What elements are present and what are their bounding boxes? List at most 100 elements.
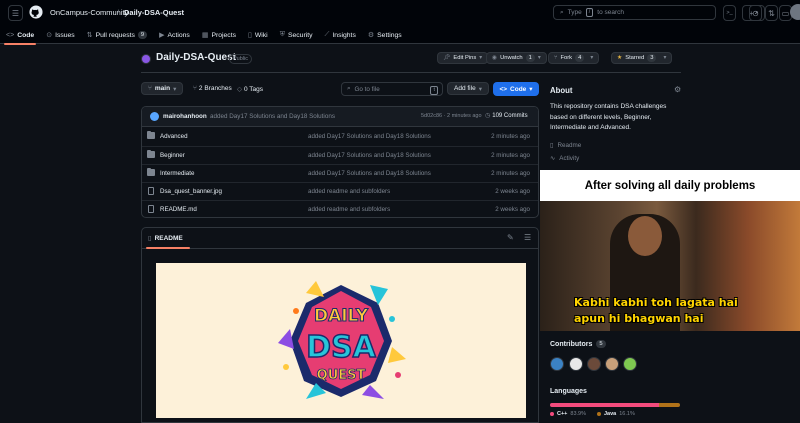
- readme-link[interactable]: ▯ Readme: [550, 142, 581, 149]
- language-item-cpp[interactable]: C++ 83.9%: [550, 411, 586, 417]
- tags-link[interactable]: ◇ 0 Tags: [237, 85, 263, 94]
- play-icon: ▶: [159, 32, 165, 39]
- tab-code[interactable]: <> Code: [0, 26, 40, 45]
- readme-tab[interactable]: ▯ README: [148, 234, 183, 243]
- repo-head-divider: [141, 72, 681, 73]
- readme-panel: ▯ README ✎ ☰ DAILY DSA QUEST: [141, 227, 539, 423]
- readme-link-label: Readme: [557, 142, 582, 149]
- chevron-down-icon: ▾: [663, 55, 667, 61]
- pull-requests-count: 9: [137, 31, 148, 39]
- tab-label: Wiki: [254, 31, 268, 39]
- repo-nav-tabs: <> Code ⊙ Issues ⇅ Pull requests 9 ▶ Act…: [0, 26, 408, 45]
- file-name[interactable]: Dsa_quest_banner.jpg: [160, 188, 222, 195]
- repo-title[interactable]: Daily-DSA-Quest: [156, 52, 236, 63]
- fork-button[interactable]: ⑂ Fork 4 ▾: [548, 52, 600, 64]
- language-dot: [550, 412, 554, 416]
- tab-settings[interactable]: ⚙ Settings: [362, 26, 408, 44]
- languages-heading: Languages: [550, 388, 587, 395]
- star-count: 3: [647, 54, 657, 62]
- language-bar-segment-cpp: [550, 403, 660, 407]
- language-dot: [597, 412, 601, 416]
- code-button[interactable]: <> Code ▾: [493, 82, 539, 96]
- avatar[interactable]: [550, 357, 564, 371]
- tab-wiki[interactable]: ▯ Wiki: [242, 26, 274, 44]
- visibility-badge: Public: [229, 54, 252, 64]
- search-shortcut-key: /: [585, 8, 594, 17]
- commit-sha-time[interactable]: 5d02c86 · 2 minutes ago: [421, 113, 482, 119]
- table-row[interactable]: Advanced added Day17 Solutions and Day18…: [142, 128, 538, 146]
- breadcrumb-repo[interactable]: Daily-DSA-Quest: [124, 8, 184, 17]
- file-name[interactable]: Intermediate: [160, 170, 194, 177]
- file-commit-message[interactable]: added Day17 Solutions and Day18 Solution…: [308, 152, 431, 159]
- github-logo-icon[interactable]: [29, 5, 43, 19]
- activity-link[interactable]: ∿ Activity: [550, 155, 579, 162]
- fork-count: 4: [575, 54, 585, 62]
- tab-insights[interactable]: ⟋ Insights: [319, 26, 362, 44]
- menu-button[interactable]: ☰: [8, 5, 23, 21]
- commit-author[interactable]: mairohanhoon: [163, 113, 207, 120]
- pull-requests-button[interactable]: ⇅: [765, 5, 778, 21]
- shield-icon: ⛨: [279, 31, 285, 38]
- file-commit-message[interactable]: added readme and subfolders: [308, 188, 390, 195]
- commit-message[interactable]: added Day17 Solutions and Day18 Solution…: [210, 113, 335, 120]
- tab-actions[interactable]: ▶ Actions: [153, 26, 196, 44]
- file-name[interactable]: Advanced: [160, 133, 188, 140]
- file-name[interactable]: README.md: [160, 206, 197, 213]
- author-avatar[interactable]: [150, 112, 159, 121]
- starred-button[interactable]: ★ Starred 3 ▾: [611, 52, 673, 64]
- command-palette-button[interactable]: >_: [723, 5, 736, 21]
- avatar[interactable]: [623, 357, 637, 371]
- table-row[interactable]: README.md added readme and subfolders 2 …: [142, 200, 538, 217]
- language-name: Java: [604, 411, 617, 417]
- edit-pins-button[interactable]: 📌︎ Edit Pins ▾: [437, 52, 489, 64]
- file-commit-message[interactable]: added Day17 Solutions and Day18 Solution…: [308, 133, 431, 140]
- hamburger-icon: ☰: [11, 8, 20, 18]
- branches-link[interactable]: ⑂ 2 Branches: [193, 85, 232, 92]
- folder-icon: [147, 167, 155, 176]
- table-row[interactable]: Intermediate added Day17 Solutions and D…: [142, 164, 538, 182]
- pull-request-icon: ⇅: [86, 32, 93, 39]
- about-settings-gear-icon[interactable]: ⚙: [674, 85, 681, 94]
- code-icon: <>: [499, 85, 508, 93]
- file-name[interactable]: Beginner: [160, 152, 185, 159]
- tab-label: Pull requests: [95, 31, 135, 39]
- go-to-file-input[interactable]: ⌕ Go to file t: [341, 82, 443, 96]
- history-icon: ◷: [485, 113, 491, 119]
- file-commit-message[interactable]: added Day17 Solutions and Day18 Solution…: [308, 170, 431, 177]
- pulse-icon: ∿: [550, 155, 556, 162]
- chevron-down-icon: ▾: [478, 85, 482, 93]
- edit-pencil-icon[interactable]: ✎: [507, 233, 514, 242]
- pin-icon: 📌︎: [443, 55, 451, 61]
- latest-commit-bar: mairohanhoon added Day17 Solutions and D…: [142, 107, 538, 127]
- commits-link[interactable]: ◷ 109 Commits: [485, 112, 528, 120]
- edit-pins-label: Edit Pins: [453, 55, 477, 61]
- chevron-down-icon: ▾: [173, 85, 177, 93]
- your-issues-button[interactable]: ⊙: [749, 5, 762, 21]
- user-avatar[interactable]: [790, 4, 800, 20]
- tab-issues[interactable]: ⊙ Issues: [40, 26, 81, 44]
- language-item-java[interactable]: Java 16.1%: [597, 411, 635, 417]
- avatar[interactable]: [587, 357, 601, 371]
- file-commit-message[interactable]: added readme and subfolders: [308, 206, 390, 213]
- add-file-button[interactable]: Add file ▾: [447, 82, 489, 95]
- fork-label: Fork: [560, 55, 573, 61]
- tab-projects[interactable]: ▦ Projects: [196, 26, 242, 44]
- outline-list-icon[interactable]: ☰: [524, 233, 531, 242]
- contributors-heading[interactable]: Contributors 5: [550, 340, 606, 348]
- avatar[interactable]: [569, 357, 583, 371]
- branch-selector[interactable]: ⑂ main ▾: [141, 82, 184, 95]
- tab-pull-requests[interactable]: ⇅ Pull requests 9: [81, 26, 153, 44]
- unwatch-button[interactable]: ◉ Unwatch 1 ▾: [486, 52, 547, 64]
- add-file-label: Add file: [454, 85, 476, 92]
- table-row[interactable]: Beginner added Day17 Solutions and Day18…: [142, 146, 538, 164]
- tag-icon: ◇: [237, 86, 242, 93]
- table-row[interactable]: Dsa_quest_banner.jpg added readme and su…: [142, 182, 538, 200]
- banner-word-daily: DAILY: [314, 306, 369, 326]
- go-to-file-placeholder: Go to file: [354, 85, 380, 93]
- contributors-count: 5: [596, 340, 606, 348]
- global-search-input[interactable]: ⌕ Type / to search: [553, 5, 716, 20]
- banner-word-quest: QUEST: [317, 368, 366, 383]
- file-updated-time: 2 weeks ago: [495, 188, 530, 195]
- avatar[interactable]: [605, 357, 619, 371]
- tab-security[interactable]: ⛨ Security: [274, 26, 319, 44]
